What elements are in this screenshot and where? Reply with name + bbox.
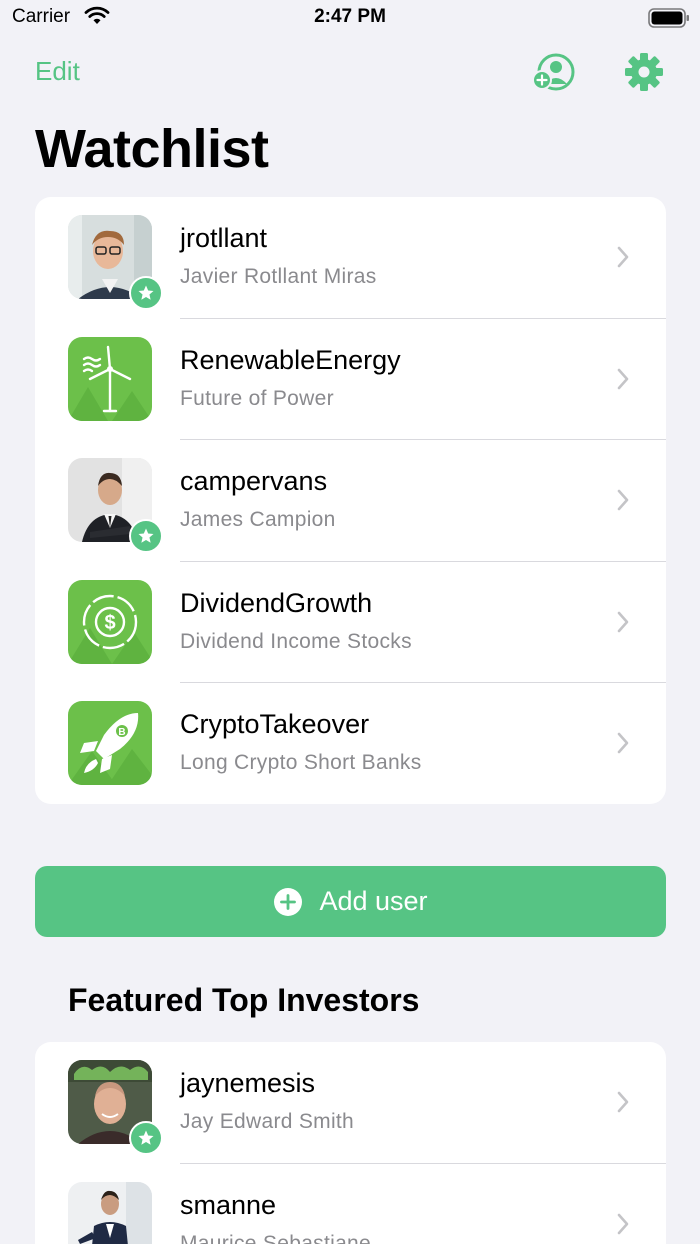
chevron-right-icon	[617, 368, 629, 389]
username: DividendGrowth	[180, 587, 373, 618]
chevron-right-icon	[617, 1091, 629, 1113]
username: CryptoTakeover	[180, 709, 370, 739]
display-name: James Campion	[180, 508, 336, 531]
watchlist-card: jrotllant Javier Rotllant Miras Renewabl…	[35, 197, 666, 804]
chevron-right-icon	[617, 1213, 629, 1234]
username: jrotllant	[180, 223, 268, 253]
gear-icon[interactable]	[624, 52, 664, 92]
display-name: Maurice Sebastiane	[180, 1231, 372, 1244]
dollar-coin-icon: $	[68, 579, 152, 664]
clock: 2:47 PM	[314, 6, 386, 27]
watchlist-row[interactable]: $ DividendGrowth Dividend Income Stocks	[35, 562, 666, 683]
watchlist-row[interactable]: jrotllant Javier Rotllant Miras	[35, 197, 666, 319]
screen: Carrier 2:47 PM Edit Watchlist jrotllant…	[0, 0, 700, 1244]
wind-turbine-icon	[68, 336, 152, 421]
display-name: Javier Rotllant Miras	[180, 265, 377, 288]
chevron-right-icon	[617, 246, 629, 268]
watchlist-row[interactable]: B CryptoTakeover Long Crypto Short Banks	[35, 683, 666, 804]
avatar-wrap	[68, 1060, 163, 1155]
avatar-wrap	[68, 458, 163, 553]
display-name: Dividend Income Stocks	[180, 629, 412, 653]
star-icon	[138, 1130, 154, 1145]
svg-text:$: $	[104, 612, 115, 634]
watchlist-row[interactable]: RenewableEnergy Future of Power	[35, 319, 666, 440]
avatar	[68, 1181, 152, 1244]
watchlist-row[interactable]: campervans James Campion	[35, 440, 666, 562]
username: campervans	[180, 466, 328, 496]
avatar-wrap	[68, 215, 163, 310]
person-plus-icon[interactable]	[530, 52, 578, 92]
avatar-wrap	[68, 336, 152, 421]
display-name: Jay Edward Smith	[180, 1110, 355, 1133]
status-bar: Carrier 2:47 PM	[0, 0, 700, 36]
featured-row[interactable]: jaynemesis Jay Edward Smith	[35, 1042, 666, 1164]
star-icon	[138, 528, 154, 543]
chevron-right-icon	[617, 732, 629, 754]
add-user-button[interactable]: Add user	[35, 866, 666, 937]
star-badge	[129, 276, 163, 310]
star-badge	[129, 519, 163, 553]
page-title: Watchlist	[35, 119, 269, 179]
featured-row[interactable]: smanne Maurice Sebastiane	[35, 1164, 666, 1244]
battery-icon	[648, 8, 689, 28]
svg-text:B: B	[118, 727, 125, 738]
section-title: Featured Top Investors	[68, 982, 420, 1018]
avatar-wrap: $	[68, 579, 152, 664]
chevron-right-icon	[617, 611, 629, 632]
chevron-right-icon	[617, 489, 629, 511]
add-user-label: Add user	[319, 886, 428, 916]
username: RenewableEnergy	[180, 344, 401, 375]
plus-circle-icon	[274, 887, 303, 916]
username: jaynemesis	[180, 1068, 316, 1098]
display-name: Future of Power	[180, 386, 334, 410]
edit-button[interactable]: Edit	[35, 56, 80, 87]
avatar-wrap: B	[68, 701, 152, 785]
username: smanne	[180, 1189, 277, 1220]
featured-card: jaynemesis Jay Edward Smith smanne Mauri…	[35, 1042, 666, 1244]
star-icon	[138, 285, 154, 300]
display-name: Long Crypto Short Banks	[180, 751, 422, 774]
avatar-wrap	[68, 1181, 152, 1244]
star-badge	[129, 1121, 163, 1155]
rocket-icon: B	[68, 701, 152, 785]
